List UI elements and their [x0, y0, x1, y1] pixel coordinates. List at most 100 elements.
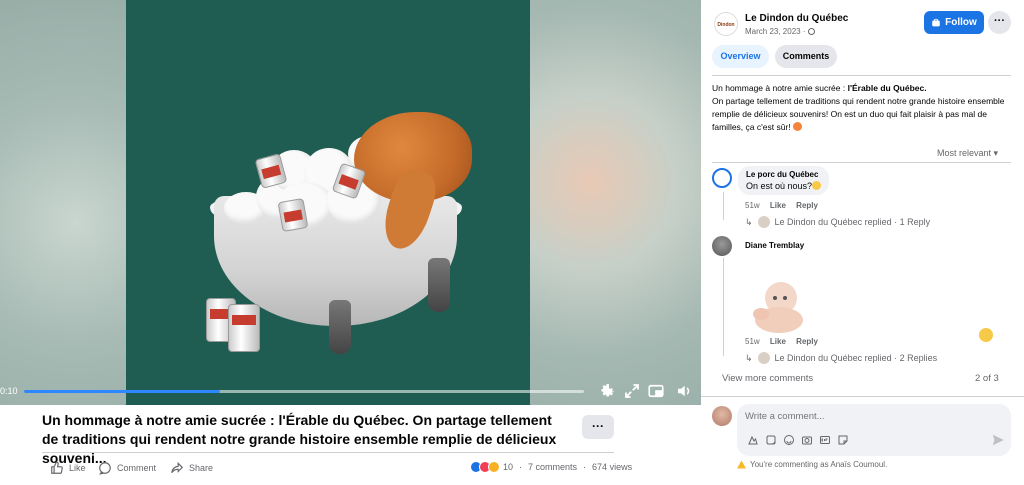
- sticker-icon[interactable]: [765, 434, 777, 446]
- comment-author[interactable]: Le porc du Québec: [746, 170, 821, 179]
- share-label: Share: [189, 463, 214, 473]
- description-prefix: Un hommage à notre amie sucrée :: [712, 83, 848, 93]
- camera-icon[interactable]: [801, 434, 813, 446]
- comment-button[interactable]: Comment: [98, 461, 156, 475]
- commenter-avatar[interactable]: [712, 236, 732, 256]
- comment-like-button[interactable]: Like: [770, 337, 786, 346]
- video-time: 0:10: [0, 386, 18, 396]
- video-controls: 0:10: [0, 378, 701, 405]
- smile-emoji: [812, 181, 822, 190]
- views-count: 674 views: [592, 462, 633, 472]
- video-progress-bar[interactable]: [24, 390, 584, 393]
- emoji-reaction-icon[interactable]: [979, 328, 993, 342]
- follow-label: Follow: [945, 17, 977, 28]
- comment-composer[interactable]: [737, 404, 1011, 456]
- reaction-count: 10: [503, 462, 514, 472]
- sort-dropdown[interactable]: Most relevant ▾: [937, 148, 998, 159]
- page-name[interactable]: Le Dindon du Québec: [745, 13, 848, 24]
- post-viewer: 0:10 Un hommage à notre amie sucrée : l'…: [0, 0, 1024, 485]
- comment-input[interactable]: [745, 411, 995, 422]
- video-blur-background-left: [0, 0, 126, 405]
- haha-reaction-icon: [488, 461, 500, 473]
- divider: [42, 452, 614, 453]
- comment-author[interactable]: Diane Tremblay: [745, 241, 804, 250]
- my-avatar[interactable]: [712, 406, 732, 426]
- picture-in-picture-icon[interactable]: [647, 382, 665, 400]
- comment-icon: [99, 462, 111, 475]
- view-more-comments-link[interactable]: View more comments: [722, 373, 813, 384]
- description-bold: l'Érable du Québec.: [847, 83, 927, 93]
- send-icon[interactable]: [991, 433, 1005, 447]
- like-button[interactable]: Like: [50, 461, 86, 475]
- reply-arrow-icon: ↳: [745, 216, 753, 227]
- avatar-sticker-icon[interactable]: [747, 434, 759, 446]
- comment-header: Diane Tremblay: [745, 241, 804, 250]
- post-title: Un hommage à notre amie sucrée : l'Érabl…: [42, 412, 557, 466]
- comment-label: Comment: [117, 463, 157, 473]
- like-label: Like: [69, 463, 86, 473]
- more-options-button[interactable]: ···: [988, 11, 1011, 34]
- comment-meta: 51w Like Reply: [745, 337, 818, 346]
- page-mini-avatar: [757, 352, 770, 364]
- video-progress-fill: [24, 390, 220, 393]
- volume-icon[interactable]: [675, 382, 693, 400]
- post-date[interactable]: March 23, 2023 ·: [745, 27, 815, 36]
- separator: ·: [519, 462, 523, 472]
- warning-icon: [737, 460, 746, 469]
- divider: [712, 162, 1011, 163]
- globe-icon: [807, 28, 815, 35]
- comments-count: 2 of 3: [975, 373, 999, 384]
- share-icon: [171, 461, 184, 474]
- video-frame[interactable]: [126, 0, 530, 405]
- follow-icon: [932, 18, 940, 26]
- follow-button[interactable]: Follow: [924, 11, 984, 34]
- emoji-icon[interactable]: [783, 434, 795, 446]
- comment-meta: 51w Like Reply: [745, 201, 818, 210]
- bathtub-foot: [428, 258, 450, 312]
- comment-reply-button[interactable]: Reply: [796, 337, 818, 346]
- tab-comments[interactable]: Comments: [775, 45, 837, 68]
- thumbs-up-icon: [51, 461, 63, 474]
- view-replies-link[interactable]: ↳ Le Dindon du Québec replied · 1 Reply: [745, 216, 930, 228]
- thread-line: [723, 192, 724, 220]
- page-logo[interactable]: Dindon: [714, 12, 738, 36]
- reply-arrow-icon: ↳: [745, 352, 753, 363]
- comment-text: On est où nous?: [746, 181, 822, 191]
- replies-text: Le Dindon du Québec replied · 2 Replies: [774, 353, 938, 363]
- maple-syrup-can: [277, 197, 309, 233]
- gif-icon[interactable]: [819, 434, 831, 446]
- sticker-image: [747, 276, 809, 334]
- commenting-as-text: You're commenting as Anaïs Coumoul.: [750, 460, 888, 469]
- post-more-button[interactable]: ···: [582, 415, 614, 439]
- tab-overview[interactable]: Overview: [712, 45, 769, 68]
- commenter-avatar[interactable]: [712, 168, 732, 188]
- separator: ·: [583, 462, 587, 472]
- divider: [712, 75, 1011, 76]
- commenting-as-notice: You're commenting as Anaïs Coumoul.: [737, 460, 887, 469]
- thread-line: [723, 258, 724, 356]
- maple-syrup-can: [228, 304, 260, 352]
- settings-icon[interactable]: [598, 382, 616, 400]
- video-player[interactable]: 0:10: [0, 0, 701, 405]
- divider: [701, 396, 1024, 397]
- page-mini-avatar: [757, 216, 770, 228]
- reactions-summary[interactable]: 10 · 7 comments · 674 views: [470, 461, 632, 473]
- orange-heart-emoji: [792, 122, 802, 131]
- view-replies-link[interactable]: ↳ Le Dindon du Québec replied · 2 Replie…: [745, 352, 937, 364]
- description-body: On partage tellement de traditions qui r…: [712, 96, 1005, 132]
- comment-reply-button[interactable]: Reply: [796, 201, 818, 210]
- post-sidebar: Dindon Le Dindon du Québec March 23, 202…: [701, 0, 1024, 485]
- sticker-face-icon[interactable]: [837, 434, 849, 446]
- comment-age[interactable]: 51w: [745, 201, 760, 210]
- replies-text: Le Dindon du Québec replied · 1 Reply: [774, 217, 931, 227]
- post-date-text: March 23, 2023 ·: [745, 27, 808, 36]
- comments-count-link[interactable]: 7 comments: [528, 462, 577, 472]
- post-info: Un hommage à notre amie sucrée : l'Érabl…: [0, 405, 701, 485]
- share-button[interactable]: Share: [170, 461, 213, 475]
- comment-like-button[interactable]: Like: [770, 201, 786, 210]
- fullscreen-icon[interactable]: [623, 382, 641, 400]
- bathtub-foot: [329, 300, 351, 354]
- post-description: Un hommage à notre amie sucrée : l'Érabl…: [712, 82, 1014, 134]
- comment-age[interactable]: 51w: [745, 337, 760, 346]
- comment-text-value: On est où nous?: [746, 181, 813, 191]
